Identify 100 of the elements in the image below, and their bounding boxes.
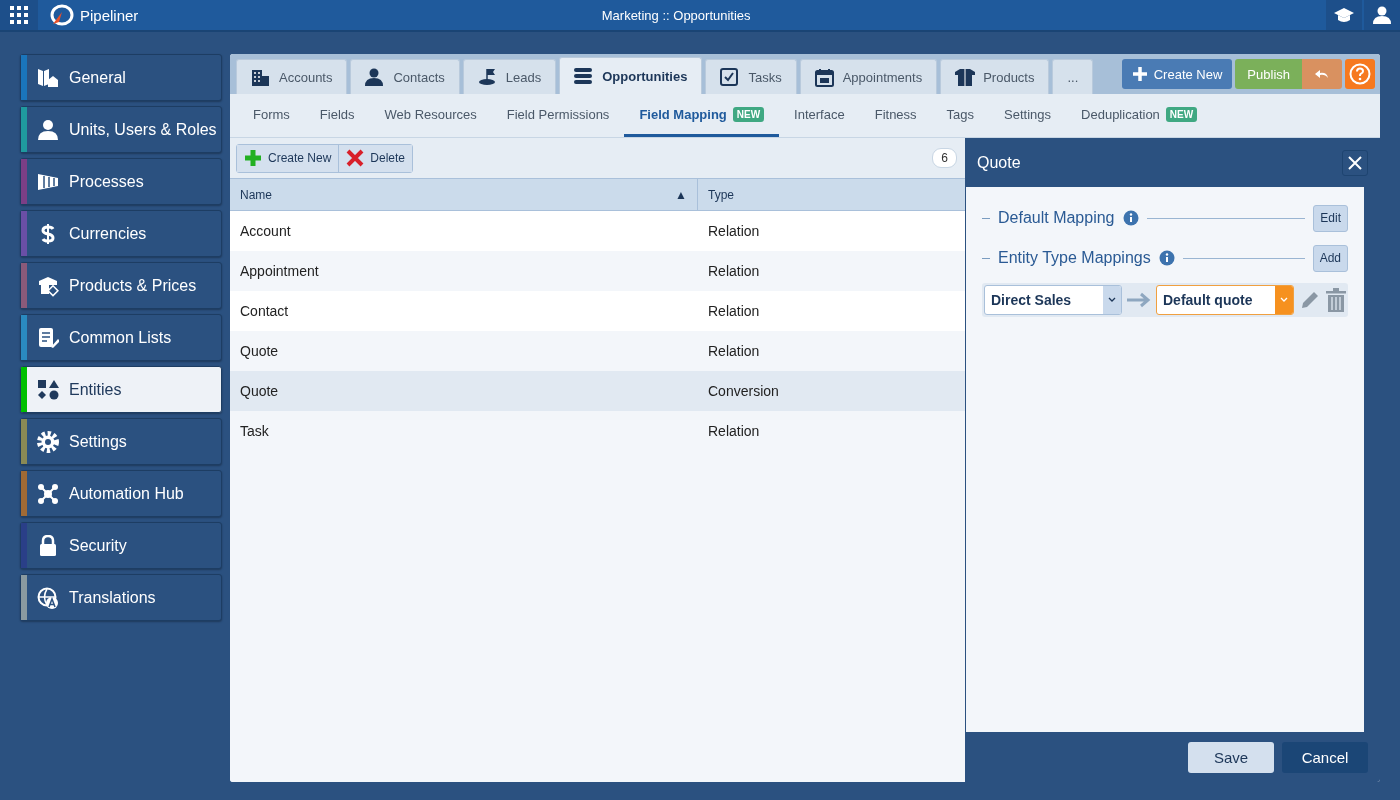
sub-tab[interactable]: Interface xyxy=(779,94,860,137)
sidebar-item[interactable]: Translations xyxy=(20,574,222,621)
column-header[interactable]: Type xyxy=(698,179,744,210)
entity-tab[interactable]: Accounts xyxy=(236,59,348,94)
flag-icon xyxy=(477,67,498,87)
new-badge: NEW xyxy=(732,106,765,122)
table-cell-text: Quote xyxy=(239,382,280,401)
undo-icon xyxy=(1315,69,1329,79)
sidebar-item[interactable]: General xyxy=(20,54,222,101)
list-edit-icon xyxy=(37,326,59,349)
sub-tab[interactable]: Fitness xyxy=(859,94,932,137)
sub-tab[interactable]: Deduplication NEW xyxy=(1066,94,1213,137)
table-cell-text: Relation xyxy=(707,262,761,281)
info-icon xyxy=(1122,210,1139,226)
table-cell-text: Relation xyxy=(707,422,761,441)
entity-tab[interactable]: Tasks xyxy=(705,59,797,94)
logo-icon xyxy=(50,4,74,26)
caret-icon xyxy=(1108,297,1116,303)
sub-tab[interactable]: Tags xyxy=(931,94,990,137)
table-cell-text: Contact xyxy=(239,302,290,321)
entity-tab[interactable]: Contacts xyxy=(350,59,460,94)
calendar-icon xyxy=(814,67,835,87)
table-cell-text: Quote xyxy=(239,342,280,361)
sidebar-label: Settings xyxy=(69,432,127,451)
stack-icon xyxy=(574,66,595,86)
academy-button[interactable] xyxy=(1326,0,1362,30)
entity-tab[interactable]: ... xyxy=(1052,59,1094,94)
user-icon xyxy=(1373,6,1391,24)
close-button[interactable] xyxy=(1342,149,1368,176)
table-cell-text: Relation xyxy=(707,222,761,241)
x-mark-icon xyxy=(346,149,365,167)
entity-tab[interactable]: Leads xyxy=(462,59,557,94)
table-cell-text: Relation xyxy=(707,302,761,321)
person-icon xyxy=(365,67,386,87)
gear-icon xyxy=(37,430,59,453)
table-row[interactable]: Contact Relation xyxy=(230,291,965,331)
create-new-button[interactable]: Create New xyxy=(1121,59,1233,89)
table-cell-text: Conversion xyxy=(707,382,780,401)
sidebar-item[interactable]: Processes xyxy=(20,158,222,205)
column-header-label: Name xyxy=(240,187,272,202)
section-title: Entity Type Mappings xyxy=(998,249,1151,267)
window-title: Marketing :: Opportunities xyxy=(601,7,751,23)
sub-tab[interactable]: Web Resources xyxy=(369,94,492,137)
sidebar-item[interactable]: Automation Hub xyxy=(20,470,222,517)
sidebar-label: Currencies xyxy=(69,224,147,243)
table-cell-text: Task xyxy=(239,422,270,441)
map-icon xyxy=(37,66,59,89)
sub-tab[interactable]: Forms xyxy=(238,94,305,137)
save-button[interactable]: Save xyxy=(1188,742,1274,773)
sidebar-item[interactable]: Products & Prices xyxy=(20,262,222,309)
help-button[interactable] xyxy=(1345,59,1375,89)
arrow-icon xyxy=(1126,292,1152,308)
sidebar-item[interactable]: Units, Users & Roles xyxy=(20,106,222,153)
sidebar-label: Processes xyxy=(69,172,144,191)
entity-tab[interactable]: Opportunities xyxy=(559,57,703,94)
sidebar-item[interactable]: Security xyxy=(20,522,222,569)
sidebar-label: Units, Users & Roles xyxy=(69,120,217,139)
sidebar-label: Translations xyxy=(69,588,156,607)
record-count: 6 xyxy=(932,148,957,168)
caret-icon xyxy=(1280,297,1288,303)
table-row[interactable]: Account Relation xyxy=(230,211,965,251)
dropdown[interactable]: Direct Sales xyxy=(984,285,1122,315)
sidebar-item[interactable]: Entities xyxy=(20,366,222,413)
user-icon xyxy=(37,118,59,141)
sidebar-item[interactable]: Settings xyxy=(20,418,222,465)
sidebar-label: Common Lists xyxy=(69,328,172,347)
cancel-button[interactable]: Cancel xyxy=(1282,742,1368,773)
sidebar-label: General xyxy=(69,68,126,87)
plus-icon xyxy=(244,149,262,167)
table-row[interactable]: Quote Conversion xyxy=(230,371,965,411)
sidebar-label: Entities xyxy=(69,380,122,399)
buildings-icon xyxy=(251,67,271,87)
entity-tab[interactable]: Appointments xyxy=(799,59,938,94)
apps-menu-button[interactable] xyxy=(0,0,38,30)
add-button[interactable]: Add xyxy=(1312,244,1348,272)
close-icon xyxy=(1348,155,1362,170)
delete-button[interactable]: Delete xyxy=(338,144,413,172)
edit-button[interactable]: Edit xyxy=(1313,204,1348,232)
table-cell-text: Relation xyxy=(707,342,761,361)
sidebar-item[interactable]: Currencies xyxy=(20,210,222,257)
plus-icon xyxy=(1131,66,1148,82)
help-icon xyxy=(1349,63,1371,85)
entity-tab[interactable]: Products xyxy=(940,59,1050,94)
sub-tab[interactable]: Fields xyxy=(304,94,370,137)
dropdown[interactable]: Default quote xyxy=(1156,285,1294,315)
sort-indicator: ▲ xyxy=(675,187,687,202)
table-cell-text: Account xyxy=(239,222,292,241)
graduation-cap-icon xyxy=(1334,7,1354,23)
globe-letter-icon xyxy=(37,586,59,609)
profile-button[interactable] xyxy=(1364,0,1400,30)
new-badge: NEW xyxy=(1165,106,1198,122)
checkbox-icon xyxy=(720,67,741,87)
sidebar-item[interactable]: Common Lists xyxy=(20,314,222,361)
table-cell-text: Appointment xyxy=(239,262,320,281)
sub-tab[interactable]: Field Permissions xyxy=(491,94,625,137)
section-title: Default Mapping xyxy=(998,209,1115,227)
panel-title: Quote xyxy=(977,153,1021,172)
sub-tab[interactable]: Settings xyxy=(989,94,1067,137)
app-logo-text: Pipeliner xyxy=(80,6,139,24)
sidebar-label: Automation Hub xyxy=(69,484,184,503)
